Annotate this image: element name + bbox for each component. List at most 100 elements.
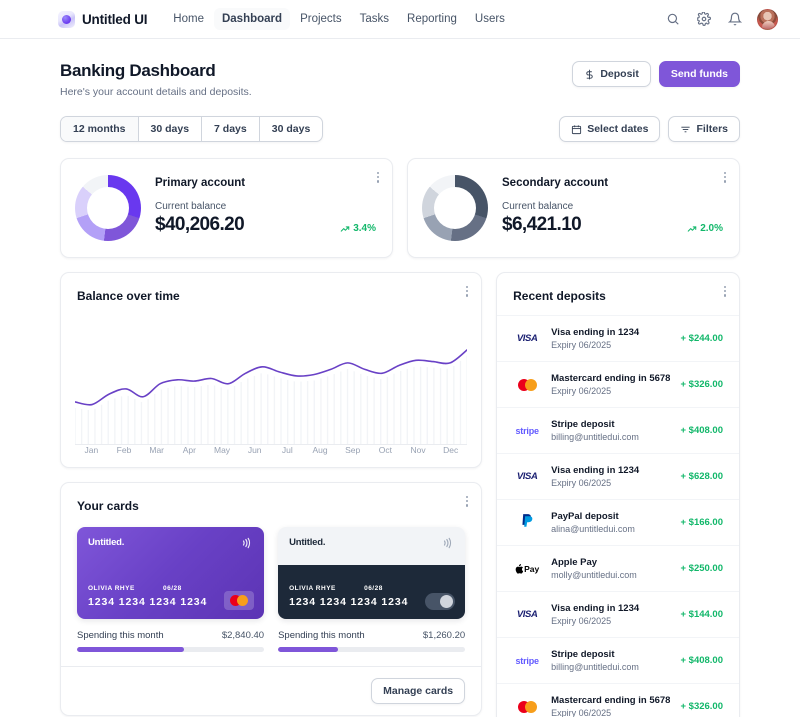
filters-row: 12 months 30 days 7 days 30 days Select … (60, 116, 740, 142)
avatar[interactable] (757, 9, 778, 30)
mastercard-icon (224, 591, 254, 610)
search-icon[interactable] (664, 10, 682, 28)
balance-chart-title: Balance over time (61, 273, 481, 303)
deposits-list: VISA Visa ending in 1234 Expiry 06/2025 … (497, 315, 739, 717)
x-tick-nov: Nov (402, 445, 435, 455)
primary-account-name: Primary account (155, 177, 376, 189)
nav-item-tasks[interactable]: Tasks (352, 8, 397, 30)
select-dates-button[interactable]: Select dates (559, 116, 660, 142)
deposit-subtitle: Expiry 06/2025 (551, 340, 670, 350)
deposit-button[interactable]: Deposit (572, 61, 651, 87)
gear-icon[interactable] (695, 10, 713, 28)
deposit-amount: + $144.00 (680, 609, 723, 620)
card-expiry: 06/28 (163, 585, 182, 592)
deposit-logo: VISA (513, 605, 541, 625)
primary-trend-value: 3.4% (353, 223, 376, 234)
deposit-subtitle: Expiry 06/2025 (551, 386, 670, 396)
nav-item-reporting[interactable]: Reporting (399, 8, 465, 30)
card-toggle-icon[interactable] (425, 593, 455, 610)
manage-cards-button[interactable]: Manage cards (371, 678, 465, 704)
nav-item-projects[interactable]: Projects (292, 8, 350, 30)
calendar-icon (571, 124, 582, 135)
deposit-row[interactable]: VISA Visa ending in 1234 Expiry 06/2025 … (497, 591, 739, 637)
deposit-row[interactable]: VISA Visa ending in 1234 Expiry 06/2025 … (497, 453, 739, 499)
stripe-icon: stripe (515, 656, 538, 666)
deposit-row[interactable]: Mastercard ending in 5678 Expiry 06/2025… (497, 361, 739, 407)
stripe-icon: stripe (515, 426, 538, 436)
nav-item-dashboard[interactable]: Dashboard (214, 8, 290, 30)
accounts-row: Primary account Current balance $40,206.… (60, 158, 740, 258)
left-column: Balance over time Jan Feb Mar Apr May Ju… (60, 272, 482, 716)
deposit-title: Apple Pay (551, 557, 670, 568)
segment-30-days-alt[interactable]: 30 days (260, 117, 323, 141)
brand-name: Untitled UI (82, 12, 147, 27)
deposit-subtitle: Expiry 06/2025 (551, 708, 670, 717)
deposit-row[interactable]: Pay Apple Pay molly@untitledui.com + $25… (497, 545, 739, 591)
recent-deposits-menu-icon[interactable] (724, 286, 726, 297)
your-cards-panel: Your cards Untitled. OL (60, 482, 482, 716)
x-tick-feb: Feb (108, 445, 141, 455)
brand-logo[interactable]: Untitled UI (58, 11, 147, 28)
card-holder-name: OLIVIA RHYE (289, 585, 336, 592)
credit-card-purple[interactable]: Untitled. OLIVIA RHYE 06/28 1234 1234 12… (77, 527, 264, 619)
secondary-account-menu-icon[interactable] (724, 172, 726, 183)
card-number: 1234 1234 1234 1234 (88, 596, 207, 608)
send-funds-button[interactable]: Send funds (659, 61, 740, 87)
credit-card-light[interactable]: Untitled. OLIVIA RHYE 06/28 1234 1234 12… (278, 527, 465, 619)
segment-12-months[interactable]: 12 months (61, 117, 139, 141)
deposit-subtitle: molly@untitledui.com (551, 570, 670, 580)
secondary-balance-amount: $6,421.10 (502, 214, 581, 236)
x-tick-may: May (206, 445, 239, 455)
header-actions: Deposit Send funds (572, 61, 740, 87)
secondary-trend-value: 2.0% (700, 223, 723, 234)
deposit-row[interactable]: PayPal deposit alina@untitledui.com + $1… (497, 499, 739, 545)
right-column: Recent deposits VISA Visa ending in 1234… (496, 272, 740, 717)
x-tick-apr: Apr (173, 445, 206, 455)
primary-account-menu-icon[interactable] (377, 172, 379, 183)
segment-30-days[interactable]: 30 days (139, 117, 203, 141)
deposit-title: Visa ending in 1234 (551, 465, 670, 476)
paypal-icon (521, 513, 534, 532)
primary-balance-label: Current balance (155, 201, 376, 212)
deposit-row[interactable]: Mastercard ending in 5678 Expiry 06/2025… (497, 683, 739, 717)
secondary-account-donut-chart (422, 175, 488, 241)
chart-x-axis-labels: Jan Feb Mar Apr May Jun Jul Aug Sep Oct … (61, 445, 481, 467)
bell-icon[interactable] (726, 10, 744, 28)
deposit-row[interactable]: VISA Visa ending in 1234 Expiry 06/2025 … (497, 315, 739, 361)
balance-chart-menu-icon[interactable] (466, 286, 468, 297)
period-segmented-control: 12 months 30 days 7 days 30 days (60, 116, 323, 142)
card-1-spend-row: Spending this month $2,840.40 (77, 630, 264, 641)
dollar-icon (584, 69, 595, 80)
card-1-spend-bar (77, 647, 264, 652)
trend-up-icon (340, 224, 350, 234)
segment-7-days[interactable]: 7 days (202, 117, 260, 141)
deposit-subtitle: Expiry 06/2025 (551, 616, 670, 626)
contactless-icon (441, 536, 455, 555)
page-body: Banking Dashboard Here's your account de… (0, 39, 800, 717)
deposit-amount: + $326.00 (680, 701, 723, 712)
deposit-row[interactable]: stripe Stripe deposit billing@untitledui… (497, 407, 739, 453)
deposit-amount: + $166.00 (680, 517, 723, 528)
card-2-spend-row: Spending this month $1,260.20 (278, 630, 465, 641)
x-tick-jun: Jun (238, 445, 271, 455)
deposit-title: Visa ending in 1234 (551, 603, 670, 614)
primary-account-card: Primary account Current balance $40,206.… (60, 158, 393, 258)
recent-deposits-panel: Recent deposits VISA Visa ending in 1234… (496, 272, 740, 717)
x-tick-aug: Aug (304, 445, 337, 455)
card-1-spend-label: Spending this month (77, 630, 164, 641)
deposit-subtitle: billing@untitledui.com (551, 662, 670, 672)
nav-item-users[interactable]: Users (467, 8, 513, 30)
primary-trend-badge: 3.4% (340, 223, 376, 236)
secondary-trend-badge: 2.0% (687, 223, 723, 236)
nav-item-home[interactable]: Home (165, 8, 212, 30)
deposit-logo: stripe (513, 421, 541, 441)
deposit-subtitle: billing@untitledui.com (551, 432, 670, 442)
balance-over-time-panel: Balance over time Jan Feb Mar Apr May Ju… (60, 272, 482, 468)
card-2-spend-value: $1,260.20 (423, 630, 465, 641)
deposit-title: Mastercard ending in 5678 (551, 373, 670, 384)
x-tick-sep: Sep (336, 445, 369, 455)
deposit-row[interactable]: stripe Stripe deposit billing@untitledui… (497, 637, 739, 683)
filters-button[interactable]: Filters (668, 116, 740, 142)
deposit-subtitle: Expiry 06/2025 (551, 478, 670, 488)
your-cards-menu-icon[interactable] (466, 496, 468, 507)
